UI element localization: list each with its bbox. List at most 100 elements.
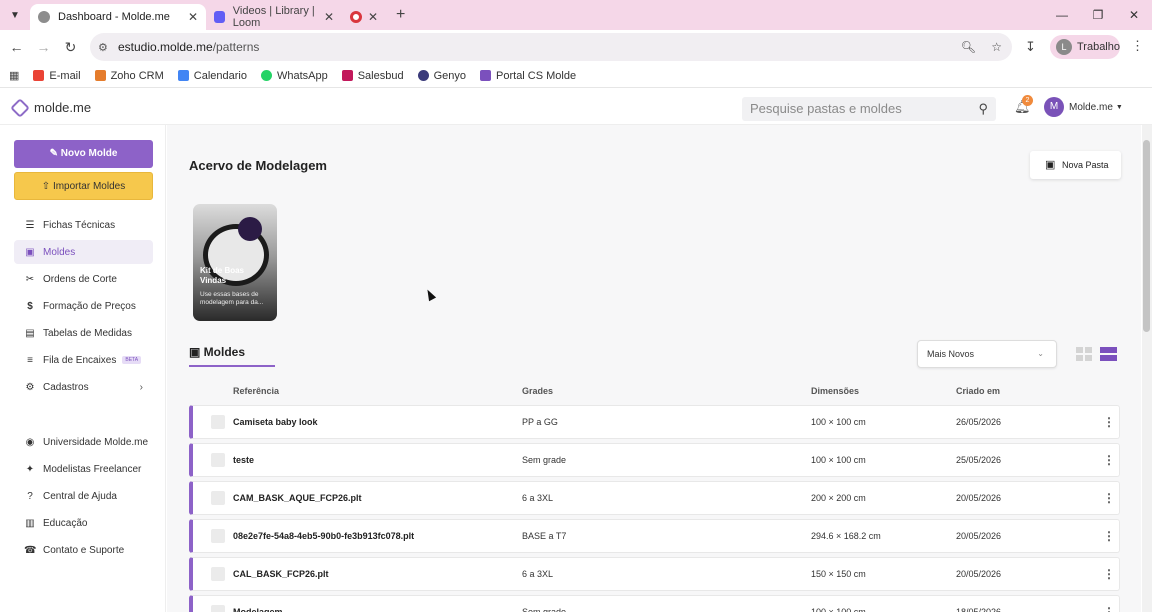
people-icon: ✦: [25, 463, 35, 475]
clipboard-icon: ☰: [25, 219, 35, 231]
table-row[interactable]: teste Sem grade 100 × 100 cm 25/05/2026 ⋮: [189, 443, 1120, 477]
column-header-created[interactable]: Criado em: [956, 386, 1000, 396]
notifications-button[interactable]: 🔔︎ 2: [1014, 95, 1033, 115]
import-label: Importar Moldes: [52, 181, 126, 192]
scrollbar-thumb[interactable]: [1143, 140, 1150, 332]
more-options-icon[interactable]: ⋮: [1103, 482, 1115, 514]
sidebar-item-fichas-tecnicas[interactable]: ☰ Fichas Técnicas: [14, 213, 153, 237]
close-tab-icon[interactable]: ✕: [188, 10, 198, 24]
more-options-icon[interactable]: ⋮: [1103, 444, 1115, 476]
back-icon[interactable]: ←: [3, 39, 30, 55]
minimize-icon[interactable]: —: [1044, 0, 1080, 30]
new-pattern-label: Novo Molde: [60, 148, 118, 159]
row-grade: PP a GG: [522, 417, 558, 427]
close-window-icon[interactable]: ✕: [1116, 0, 1152, 30]
close-tab-icon[interactable]: ✕: [324, 10, 334, 24]
user-menu[interactable]: M Molde.me ▼: [1044, 97, 1123, 117]
sidebar-item-label: Educação: [43, 517, 88, 529]
table-row[interactable]: Modelagem Sem grade 100 × 100 cm 18/05/2026…: [189, 595, 1120, 612]
tab-search-icon[interactable]: ▼: [0, 0, 30, 30]
sidebar-item-educacao[interactable]: ▥ Educação: [14, 511, 153, 535]
list-view-icon[interactable]: [1100, 347, 1117, 361]
university-icon: ◉: [25, 436, 35, 448]
row-dimensions: 294.6 × 168.2 cm: [811, 531, 881, 541]
sidebar-item-contato[interactable]: ☎ Contato e Suporte: [14, 538, 153, 562]
more-options-icon[interactable]: ⋮: [1103, 558, 1115, 590]
row-date: 20/05/2026: [956, 531, 1002, 541]
gear-icon: ⚙: [25, 381, 35, 393]
row-reference: CAL_BASK_FCP26.plt: [233, 569, 329, 579]
sidebar-item-central-de-ajuda[interactable]: ? Central de Ajuda: [14, 484, 153, 508]
forward-icon[interactable]: →: [30, 39, 57, 55]
tab-loom[interactable]: Videos | Library | Loom ✕: [206, 4, 342, 30]
new-tab-icon[interactable]: +: [396, 6, 405, 24]
table-row[interactable]: CAL_BASK_FCP26.plt 6 a 3XL 150 × 150 cm 20/…: [189, 557, 1120, 591]
column-header-dimensions[interactable]: Dimensões: [811, 386, 859, 396]
download-icon[interactable]: ↧: [1025, 39, 1036, 55]
more-options-icon[interactable]: ⋮: [1103, 596, 1115, 612]
sidebar-item-label: Contato e Suporte: [43, 544, 125, 556]
zoom-icon[interactable]: 🔍︎: [961, 40, 976, 54]
tab-dashboard[interactable]: Dashboard - Molde.me ✕: [30, 4, 206, 30]
bookmark-calendar[interactable]: Calendario: [177, 70, 247, 82]
bookmark-label: WhatsApp: [276, 69, 328, 82]
close-tab-icon[interactable]: ✕: [368, 10, 378, 24]
grid-view-icon[interactable]: [1076, 347, 1092, 361]
sidebar-item-label: Formação de Preços: [43, 300, 136, 312]
reload-icon[interactable]: ↻: [57, 39, 84, 56]
section-title: ▣ Moldes: [189, 345, 245, 359]
row-reference: CAM_BASK_AQUE_FCP26.plt: [233, 493, 362, 503]
bookmark-zoho[interactable]: Zoho CRM: [94, 70, 164, 82]
pattern-thumbnail: [211, 529, 225, 543]
url-field[interactable]: ⚙ estudio.molde.me/patterns 🔍︎ ☆: [90, 33, 1012, 61]
sidebar-item-modelistas[interactable]: ✦ Modelistas Freelancer: [14, 457, 153, 481]
sidebar-item-formacao-de-precos[interactable]: $ Formação de Preços: [14, 294, 153, 318]
import-icon: ⇧: [41, 181, 53, 192]
table-row[interactable]: Camiseta baby look PP a GG 100 × 100 cm 26/…: [189, 405, 1120, 439]
section-underline: [189, 365, 275, 367]
bag-icon: ▣: [189, 345, 204, 359]
app: molde.me Pesquise pastas e moldes ⚲ 🔔︎ 2…: [0, 90, 1152, 612]
folder-description: Use essas bases de modelagem para da...: [200, 291, 264, 306]
more-options-icon[interactable]: ⋮: [1103, 520, 1115, 552]
column-header-reference[interactable]: Referência: [233, 386, 279, 396]
bookmark-genyo[interactable]: Genyo: [417, 70, 466, 82]
browser-menu-icon[interactable]: ⋮: [1131, 38, 1144, 54]
sidebar-item-ordens-de-corte[interactable]: ✂ Ordens de Corte: [14, 267, 153, 291]
bookmark-star-icon[interactable]: ☆: [991, 40, 1002, 54]
bookmark-salesbud[interactable]: Salesbud: [341, 70, 404, 82]
apps-grid-icon[interactable]: ▦: [9, 69, 19, 82]
new-pattern-button[interactable]: ✎ Novo Molde: [14, 140, 153, 168]
sidebar-item-tabelas-de-medidas[interactable]: ▤ Tabelas de Medidas: [14, 321, 153, 345]
profile-button[interactable]: L Trabalho: [1050, 35, 1120, 59]
site-info-icon[interactable]: ⚙: [98, 41, 108, 54]
search-input[interactable]: Pesquise pastas e moldes ⚲: [742, 97, 996, 121]
app-logo[interactable]: molde.me: [10, 97, 91, 118]
row-grade: Sem grade: [522, 607, 567, 612]
sort-select[interactable]: Mais Novos ⌄: [917, 340, 1057, 368]
column-header-grades[interactable]: Grades: [522, 386, 553, 396]
import-patterns-button[interactable]: ⇧ Importar Moldes: [14, 172, 153, 200]
search-icon[interactable]: ⚲: [978, 97, 988, 121]
tab-recording[interactable]: ✕: [342, 4, 386, 30]
more-options-icon[interactable]: ⋮: [1103, 406, 1115, 438]
table-icon: ▤: [25, 327, 35, 339]
maximize-icon[interactable]: ❐: [1080, 0, 1116, 30]
pattern-thumbnail: [211, 491, 225, 505]
sidebar-item-universidade[interactable]: ◉ Universidade Molde.me: [14, 430, 153, 454]
sidebar-item-cadastros[interactable]: ⚙ Cadastros ›: [14, 375, 153, 399]
table-row[interactable]: CAM_BASK_AQUE_FCP26.plt 6 a 3XL 200 × 200 …: [189, 481, 1120, 515]
sidebar-item-moldes[interactable]: ▣ Moldes: [14, 240, 153, 264]
address-bar: ← → ↻ ⚙ estudio.molde.me/patterns 🔍︎ ☆ ↧…: [0, 30, 1152, 64]
bookmark-email[interactable]: E-mail: [33, 70, 81, 82]
sidebar-item-fila-de-encaixes[interactable]: ≡ Fila de Encaixes BETA: [14, 348, 153, 372]
chevron-down-icon: ▼: [1115, 103, 1123, 111]
table-row[interactable]: 08e2e7fe-54a8-4eb5-90b0-fe3b913fc078.plt…: [189, 519, 1120, 553]
tab-label: Dashboard - Molde.me: [58, 11, 170, 23]
page-scrollbar[interactable]: [1142, 125, 1152, 612]
bookmark-whatsapp[interactable]: WhatsApp: [260, 69, 328, 82]
chevron-right-icon: ›: [139, 381, 143, 393]
folder-card[interactable]: Kit de Boas Vindas Use essas bases de mo…: [193, 204, 277, 321]
new-folder-button[interactable]: ▣ Nova Pasta: [1030, 151, 1121, 179]
bookmark-portal-cs[interactable]: Portal CS Molde: [480, 70, 576, 82]
